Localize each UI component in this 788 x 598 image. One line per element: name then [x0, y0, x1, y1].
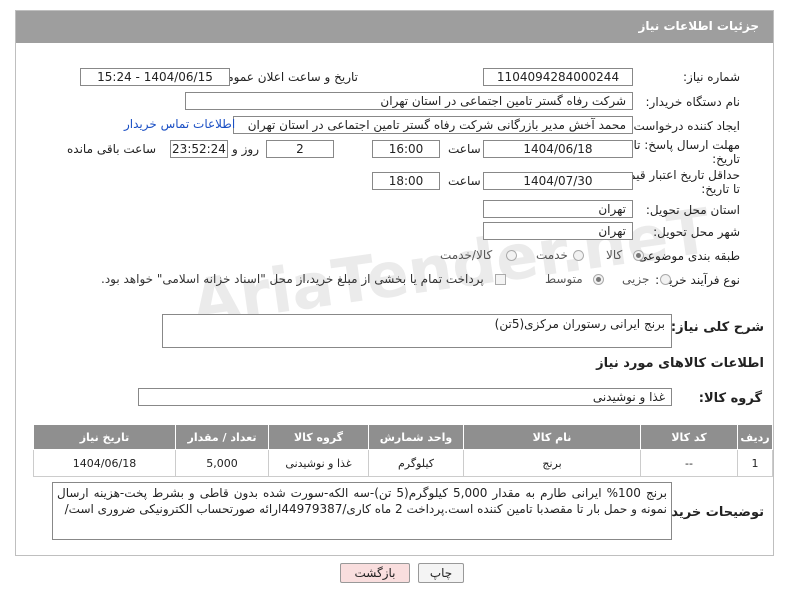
cell-quantity: 5,000	[175, 449, 269, 477]
cell-name: برنج	[463, 449, 641, 477]
announce-datetime-field[interactable]: 1404/06/15 - 15:24	[80, 68, 230, 86]
need-number-field[interactable]: 1104094284000244	[483, 68, 633, 86]
delivery-city-label: شهر محل تحویل:	[653, 225, 740, 239]
description-field[interactable]: برنج ایرانی رستوران مرکزی(5تن)	[162, 314, 672, 348]
deadline-label-1: مهلت ارسال پاسخ: تا	[633, 138, 740, 152]
col-code: کد کالا	[640, 424, 738, 450]
col-quantity: تعداد / مقدار	[175, 424, 269, 450]
deadline-time-field[interactable]: 16:00	[372, 140, 440, 158]
panel-header: جزئیات اطلاعات نیاز	[16, 11, 773, 43]
goods-info-title: اطلاعات کالاهای مورد نیاز	[596, 356, 764, 371]
category-label: طبقه بندی موضوعی:	[633, 249, 740, 263]
category-goods-radio[interactable]	[633, 250, 644, 261]
col-name: نام کالا	[463, 424, 641, 450]
treasury-payment-checkbox[interactable]	[495, 274, 506, 285]
purchase-medium-radio[interactable]	[593, 274, 604, 285]
category-service-radio[interactable]	[573, 250, 584, 261]
cell-code: --	[640, 449, 738, 477]
days-field[interactable]: 2	[266, 140, 334, 158]
table-row[interactable]: 1 -- برنج کیلوگرم غذا و نوشیدنی 5,000 14…	[33, 449, 773, 477]
goods-group-field[interactable]: غذا و نوشیدنی	[138, 388, 672, 406]
days-label: روز و	[232, 142, 259, 156]
purchase-minor-radio[interactable]	[660, 274, 671, 285]
cell-group: غذا و نوشیدنی	[268, 449, 369, 477]
buyer-notes-field[interactable]: برنج 100% ایرانی طارم به مقدار 5,000 کیل…	[52, 482, 672, 540]
category-goods-service-radio[interactable]	[506, 250, 517, 261]
col-unit: واحد شمارش	[368, 424, 464, 450]
announce-label: تاریخ و ساعت اعلان عمومی:	[213, 70, 358, 84]
purchase-medium-label: متوسط	[545, 272, 583, 286]
cell-unit: کیلوگرم	[368, 449, 464, 477]
creator-field[interactable]: محمد آخش مدیر بازرگانی شرکت رفاه گستر تا…	[233, 116, 633, 134]
print-button[interactable]: چاپ	[418, 563, 464, 583]
cell-row: 1	[737, 449, 773, 477]
purchase-minor-label: جزیی	[622, 272, 650, 286]
need-number-label: شماره نیاز:	[683, 70, 740, 84]
col-row: ردیف	[737, 424, 773, 450]
remaining-time-field[interactable]: 23:52:24	[170, 140, 228, 158]
items-table-header: ردیف کد کالا نام کالا واحد شمارش گروه کا…	[33, 424, 773, 450]
delivery-province-field[interactable]: تهران	[483, 200, 633, 218]
category-service-label: خدمت	[536, 248, 568, 262]
description-label: شرح کلی نیاز:	[670, 320, 764, 335]
delivery-city-field[interactable]: تهران	[483, 222, 633, 240]
category-goods-label: کالا	[606, 248, 623, 262]
deadline-time-label: ساعت	[448, 142, 481, 156]
price-validity-time-field[interactable]: 18:00	[372, 172, 440, 190]
panel-title: جزئیات اطلاعات نیاز	[638, 19, 759, 33]
deadline-label-2: تاریخ:	[712, 152, 740, 166]
contact-info-link[interactable]: اطلاعات تماس خریدار	[124, 117, 235, 131]
remaining-label: ساعت باقی مانده	[67, 142, 157, 156]
back-button[interactable]: بازگشت	[340, 563, 410, 583]
deadline-date-field[interactable]: 1404/06/18	[483, 140, 633, 158]
creator-label: ایجاد کننده درخواست:	[629, 119, 740, 133]
price-validity-time-label: ساعت	[448, 174, 481, 188]
goods-group-label: گروه کالا:	[698, 391, 762, 406]
buyer-org-label: نام دستگاه خریدار:	[645, 95, 741, 109]
buyer-org-field[interactable]: شرکت رفاه گستر تامین اجتماعی در استان ته…	[185, 92, 633, 110]
category-goods-service-label: کالا/خدمت	[440, 248, 493, 262]
delivery-province-label: استان محل تحویل:	[645, 203, 740, 217]
cell-need-date: 1404/06/18	[33, 449, 176, 477]
col-need-date: تاریخ نیاز	[33, 424, 176, 450]
price-validity-label-2: تا تاریخ:	[701, 182, 740, 196]
price-validity-date-field[interactable]: 1404/07/30	[483, 172, 633, 190]
treasury-payment-note: پرداخت تمام یا بخشی از مبلغ خرید،از محل …	[101, 272, 484, 286]
col-group: گروه کالا	[268, 424, 369, 450]
items-table: ردیف کد کالا نام کالا واحد شمارش گروه کا…	[33, 424, 773, 477]
